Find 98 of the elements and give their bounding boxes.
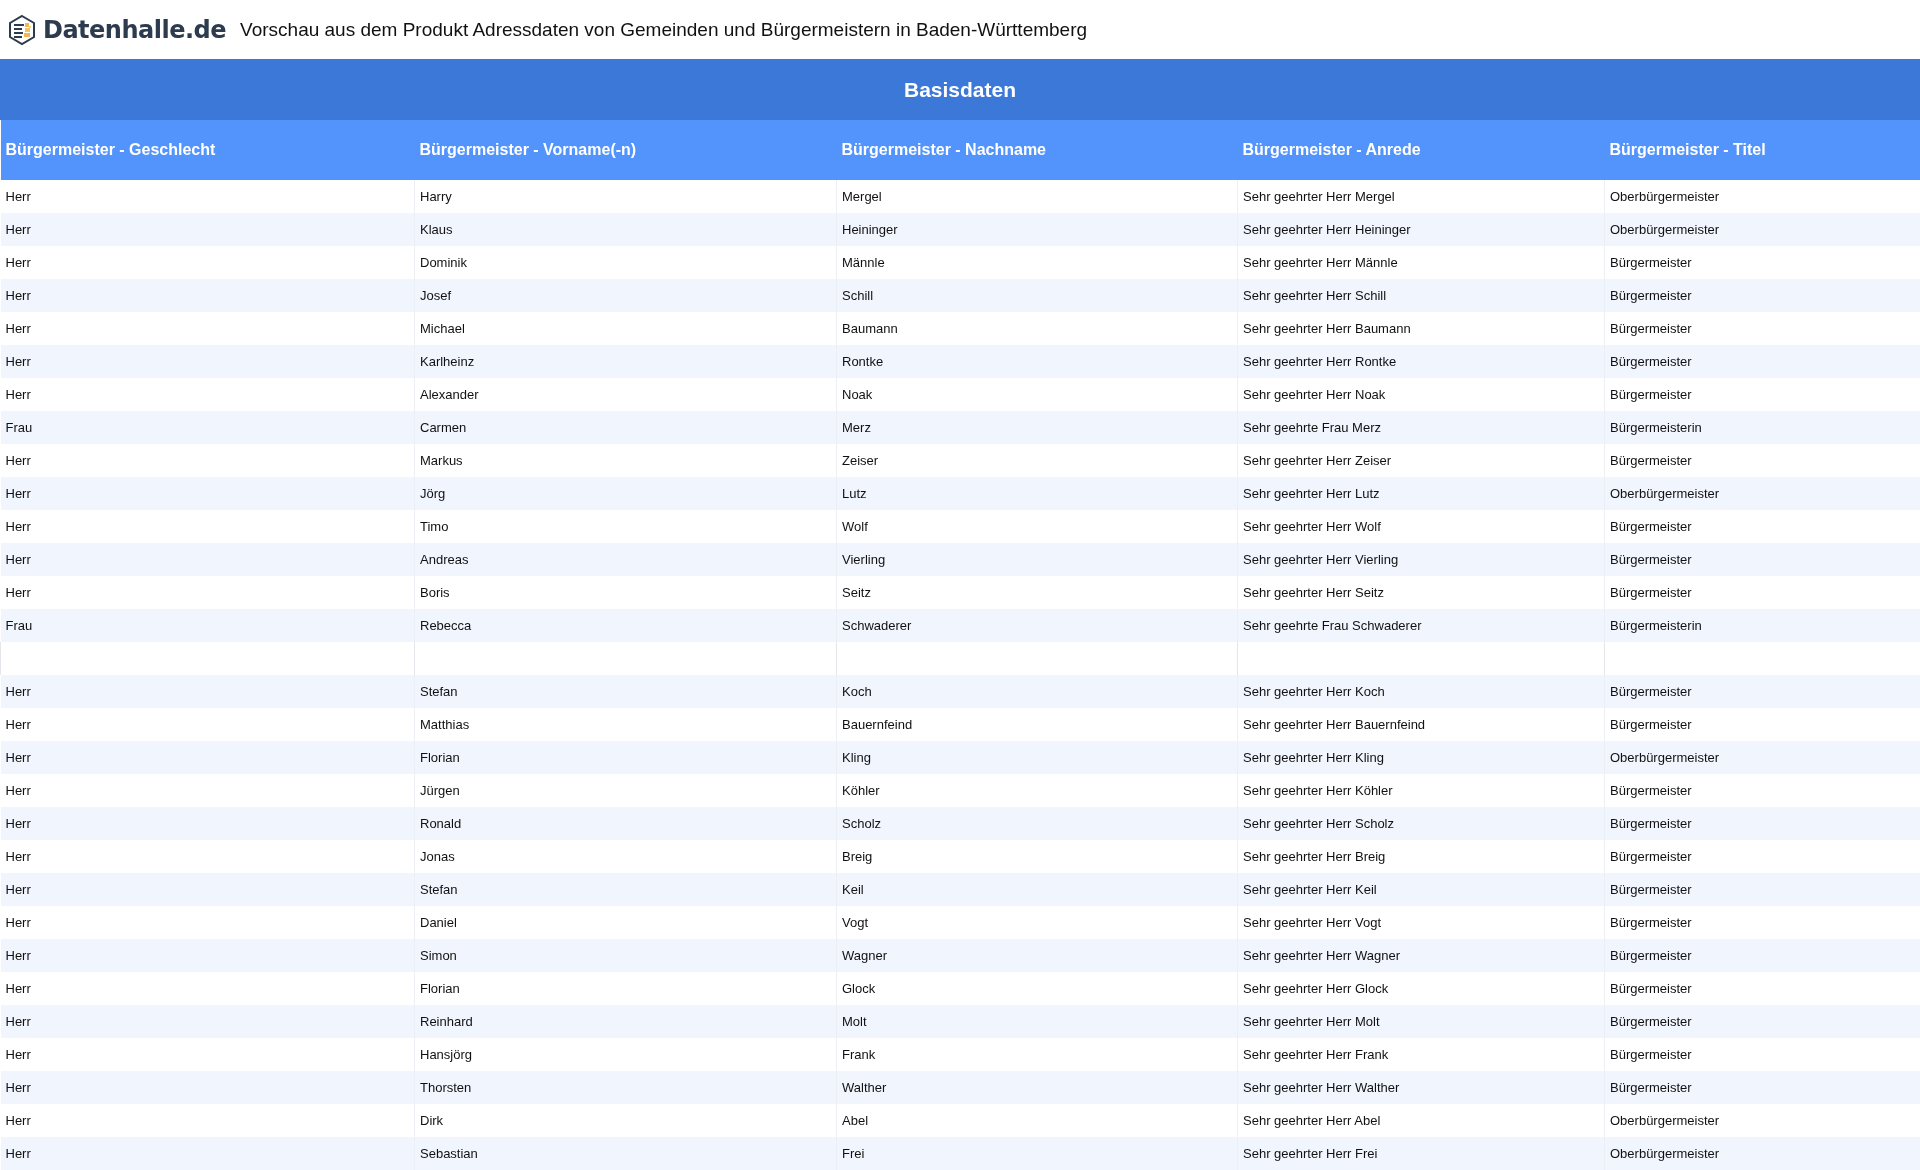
table-cell: Sehr geehrter Herr Schill — [1237, 279, 1605, 312]
table-cell: Stefan — [414, 873, 837, 906]
table-cell: Herr — [0, 675, 415, 708]
table-cell: Herr — [0, 279, 415, 312]
table-cell: Herr — [0, 246, 415, 279]
table-cell: Bürgermeisterin — [1604, 411, 1920, 444]
table-cell: Walther — [836, 1071, 1238, 1104]
table-cell: Herr — [0, 906, 415, 939]
table-cell: Reinhard — [414, 1005, 837, 1038]
table-cell: Wagner — [836, 939, 1238, 972]
table-cell: Sehr geehrter Herr Scholz — [1237, 807, 1605, 840]
table-cell: Ronald — [414, 807, 837, 840]
table-cell: Bürgermeister — [1604, 543, 1920, 576]
table-cell: Bürgermeister — [1604, 873, 1920, 906]
table-cell: Florian — [414, 741, 837, 774]
table-cell: Heininger — [836, 213, 1238, 246]
table-cell: Bürgermeister — [1604, 279, 1920, 312]
table-cell: Herr — [0, 1038, 415, 1071]
table-cell: Sehr geehrter Herr Walther — [1237, 1071, 1605, 1104]
table-cell: Sehr geehrte Frau Schwaderer — [1237, 609, 1605, 642]
table-cell: Sehr geehrter Herr Frei — [1237, 1137, 1605, 1170]
table-cell: Sehr geehrter Herr Koch — [1237, 675, 1605, 708]
table-cell: Herr — [0, 213, 415, 246]
table-cell: Carmen — [414, 411, 837, 444]
table-cell: Lutz — [836, 477, 1238, 510]
table-cell: Herr — [0, 1137, 415, 1170]
table-cell: Frau — [0, 609, 415, 642]
table-cell: Sehr geehrter Herr Lutz — [1237, 477, 1605, 510]
table-cell: Rontke — [836, 345, 1238, 378]
table-cell: Bürgermeister — [1604, 807, 1920, 840]
table-cell: Oberbürgermeister — [1604, 741, 1920, 774]
table-cell: Sehr geehrter Herr Rontke — [1237, 345, 1605, 378]
table-cell: Herr — [0, 939, 415, 972]
table-cell: Thorsten — [414, 1071, 837, 1104]
table-cell: Andreas — [414, 543, 837, 576]
table-cell: Herr — [0, 510, 415, 543]
table-cell: Bürgermeister — [1604, 939, 1920, 972]
table-cell: Herr — [0, 1104, 415, 1137]
table-cell: Herr — [0, 576, 415, 609]
column-header: Bürgermeister - Vorname(-n) — [414, 120, 837, 180]
table-cell: Sehr geehrter Herr Vierling — [1237, 543, 1605, 576]
table-cell: Bürgermeister — [1604, 1071, 1920, 1104]
table-cell: Herr — [0, 840, 415, 873]
table-cell: Sehr geehrter Herr Keil — [1237, 873, 1605, 906]
table-cell: Bürgermeister — [1604, 345, 1920, 378]
table-cell: Bürgermeister — [1604, 1005, 1920, 1038]
table-cell: Simon — [414, 939, 837, 972]
table-cell: Stefan — [414, 675, 837, 708]
table-cell: Josef — [414, 279, 837, 312]
database-logo-icon — [6, 13, 38, 46]
table-cell: Schill — [836, 279, 1238, 312]
table-cell: Herr — [0, 543, 415, 576]
table-cell: Frei — [836, 1137, 1238, 1170]
table-cell: Herr — [0, 972, 415, 1005]
table-cell: Karlheinz — [414, 345, 837, 378]
table-cell: Sehr geehrte Frau Merz — [1237, 411, 1605, 444]
table-cell: Herr — [0, 477, 415, 510]
table-cell: Oberbürgermeister — [1604, 1137, 1920, 1170]
column-header: Bürgermeister - Titel — [1604, 120, 1920, 180]
table-cell: Sehr geehrter Herr Heininger — [1237, 213, 1605, 246]
table-cell: Herr — [0, 1005, 415, 1038]
table-cell: Jörg — [414, 477, 837, 510]
table-cell: Sebastian — [414, 1137, 837, 1170]
table-cell: Scholz — [836, 807, 1238, 840]
table-cell: Bürgermeisterin — [1604, 609, 1920, 642]
column-header: Bürgermeister - Nachname — [836, 120, 1238, 180]
column-header: Bürgermeister - Anrede — [1237, 120, 1605, 180]
column-header: Bürgermeister - Geschlecht — [0, 120, 415, 180]
table-cell: Herr — [0, 807, 415, 840]
table-cell: Schwaderer — [836, 609, 1238, 642]
table-cell: Herr — [0, 741, 415, 774]
table-cell: Herr — [0, 873, 415, 906]
table-cell: Sehr geehrter Herr Kling — [1237, 741, 1605, 774]
table-cell: Herr — [0, 312, 415, 345]
table-cell: Herr — [0, 774, 415, 807]
table-cell: Molt — [836, 1005, 1238, 1038]
table-cell: Herr — [0, 180, 415, 213]
table-cell: Koch — [836, 675, 1238, 708]
table-cell: Keil — [836, 873, 1238, 906]
table-cell: Bürgermeister — [1604, 675, 1920, 708]
table-cell: Frau — [0, 411, 415, 444]
table-cell: Kling — [836, 741, 1238, 774]
table-cell: Rebecca — [414, 609, 837, 642]
table-cell: Herr — [0, 1071, 415, 1104]
logo-text[interactable]: Datenhalle.de — [43, 15, 227, 44]
table-cell: Herr — [0, 345, 415, 378]
table-cell: Herr — [0, 708, 415, 741]
group-header: Basisdaten — [0, 59, 1920, 120]
table-cell: Sehr geehrter Herr Molt — [1237, 1005, 1605, 1038]
table-cell: Vierling — [836, 543, 1238, 576]
table-cell: Herr — [0, 444, 415, 477]
table-cell: Oberbürgermeister — [1604, 213, 1920, 246]
page-title: Vorschau aus dem Produkt Adressdaten von Gemeinden und Bürgermeistern in Baden-Württemberg — [240, 18, 1088, 41]
table-cell: Herr — [0, 378, 415, 411]
table-cell: Sehr geehrter Herr Wagner — [1237, 939, 1605, 972]
table-cell: Oberbürgermeister — [1604, 477, 1920, 510]
table-cell: Klaus — [414, 213, 837, 246]
table-cell: Merz — [836, 411, 1238, 444]
